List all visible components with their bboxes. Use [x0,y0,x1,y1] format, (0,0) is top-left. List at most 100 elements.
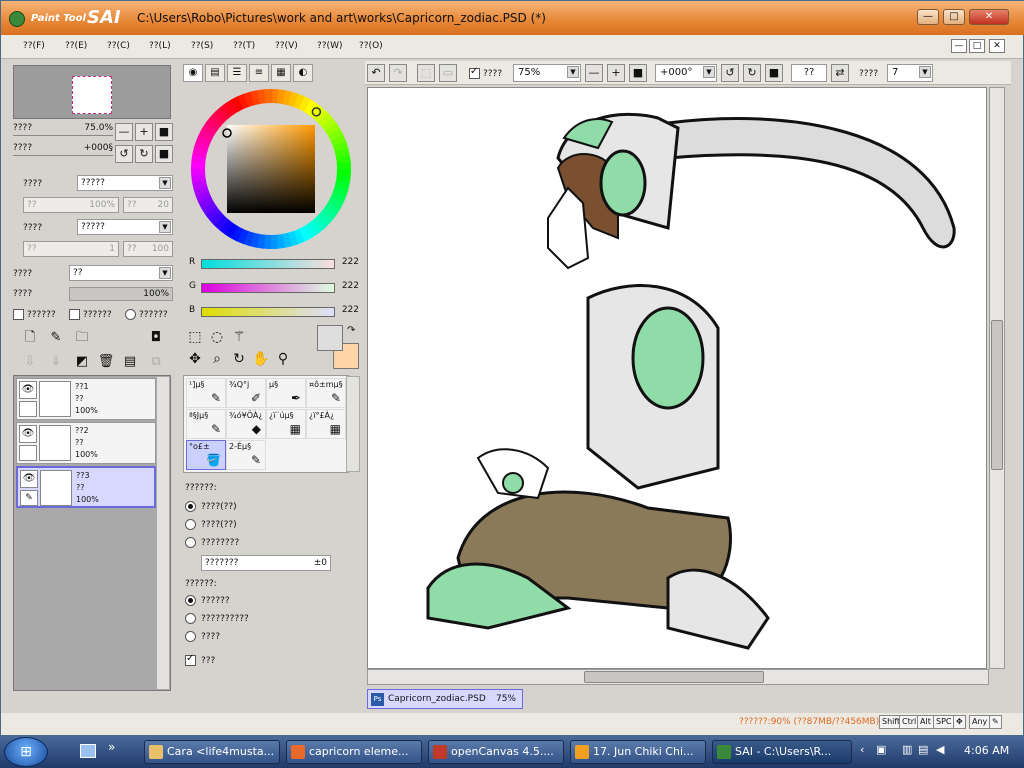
navigator-preview[interactable] [13,65,171,119]
taskbar-item[interactable]: capricorn eleme... [286,740,422,764]
new-folder-icon[interactable]: 🗀 [73,329,91,347]
taskbar-item[interactable]: Cara <life4musta... [144,740,280,764]
option-radio-5[interactable] [185,613,196,624]
canvas-vertical-scrollbar[interactable] [989,87,1005,669]
lock-toggle[interactable] [19,445,37,461]
zoom-slider[interactable]: ???? 75.0% [13,123,113,137]
rotate-left-button[interactable]: ↺ [115,145,133,163]
lasso-icon[interactable]: ◌ [207,327,227,347]
redo-button[interactable]: ↷ [389,64,407,82]
mdi-minimize-button[interactable]: — [951,39,967,53]
zoom-in-button[interactable]: + [135,123,153,141]
move-icon[interactable]: ✥ [185,349,205,369]
menu-filter[interactable]: ??(T) [233,41,255,51]
brush-brush[interactable]: µ§ ✒ [266,378,306,408]
stabilizer-select[interactable]: 7 ▼ [887,64,933,82]
tray-expand-icon[interactable]: ‹ [860,743,864,756]
new-linework-layer-icon[interactable]: ✎ [47,329,65,347]
layer-scrollbar[interactable] [156,376,170,690]
menu-window[interactable]: ??(W) [317,41,342,51]
flip-field[interactable]: ?? [791,64,827,82]
zoom-select[interactable]: 75% ▼ [513,64,581,82]
checkbox-2[interactable] [69,309,80,320]
menu-view[interactable]: ??(V) [275,41,298,51]
option-radio-3[interactable] [185,537,196,548]
zoom-reset-button[interactable]: ■ [155,123,173,141]
blue-slider[interactable]: B 222 [189,305,359,321]
zoom-out-button[interactable]: — [115,123,133,141]
layer-item-selected[interactable]: 👁 ✎ ??3 ?? 100% [16,466,156,508]
clear-layer-icon[interactable]: ◩ [73,353,91,371]
menu-options[interactable]: ??(O) [359,41,383,51]
transfer-down-icon[interactable]: ⇩ [21,353,39,371]
paper-field-2[interactable]: ?? 20 [123,197,173,213]
zoom-icon[interactable]: ⌕ [207,349,227,369]
clock[interactable]: 4:06 AM [964,744,1009,757]
brush-airbrush[interactable]: ¾Q°j ✐ [226,378,266,408]
texture-field-1[interactable]: ?? 1 [23,241,119,257]
eye-icon[interactable]: 👁 [20,470,38,488]
brush-select-pen[interactable]: ¿ï¨úµ§ ▦ [266,409,306,439]
layer-item[interactable]: 👁 ??1 ?? 100% [16,378,156,420]
eyedropper-icon[interactable]: ⚲ [273,349,293,369]
menu-layer[interactable]: ??(L) [149,41,171,51]
close-button[interactable]: ✕ [969,9,1009,25]
texture-select[interactable]: ????? ▼ [77,219,173,235]
green-gradient[interactable] [201,283,335,293]
quicklaunch-chevron[interactable]: » [108,740,115,754]
primary-color-swatch[interactable] [317,325,343,351]
checkbox-1[interactable] [13,309,24,320]
volume-icon[interactable]: ◀ [936,743,944,756]
rect-select-icon[interactable]: ⬚ [185,327,205,347]
start-button[interactable]: ⊞ [4,737,48,767]
brush-select-eraser[interactable]: ¿ï°£À¿ ▦ [306,409,346,439]
swap-colors-icon[interactable]: ↷ [347,325,355,336]
color-wheel[interactable] [189,87,353,251]
hsv-slider-tab[interactable]: ☰ [227,64,247,82]
network-icon[interactable]: ▣ [876,743,886,756]
brush-lock-icon[interactable]: ✎ [20,490,38,506]
menu-selection[interactable]: ??(S) [191,41,213,51]
mdi-maximize-button[interactable]: □ [969,39,985,53]
red-slider[interactable]: R 222 [189,257,359,273]
zoom-minus-button[interactable]: — [585,64,603,82]
menu-edit[interactable]: ??(E) [65,41,87,51]
angle-select[interactable]: +000° ▼ [655,64,717,82]
selection-show-checkbox[interactable] [469,66,480,79]
eye-icon[interactable]: 👁 [19,425,37,443]
angle-slider[interactable]: ???? +000§ [13,143,113,157]
scratchpad-tab[interactable]: ◐ [293,64,313,82]
option-radio-1[interactable] [185,501,196,512]
rotate-ccw-button[interactable]: ↺ [721,64,739,82]
taskbar-item[interactable]: 17. Jun Chiki Chi... [570,740,706,764]
zoom-fit-button[interactable]: ■ [629,64,647,82]
paper-mode-select[interactable]: ????? ▼ [77,175,173,191]
brush-scrollbar[interactable] [346,376,360,472]
palette-tab[interactable]: ▦ [271,64,291,82]
layer-props-icon[interactable]: ▤ [121,353,139,371]
hue-segment[interactable] [264,89,273,104]
hand-icon[interactable]: ✋ [251,349,271,369]
device-icon[interactable]: ▥ [902,743,912,756]
zoom-plus-button[interactable]: + [607,64,625,82]
rgb-slider-tab[interactable]: ▤ [205,64,225,82]
rotate-cw-button[interactable]: ↻ [743,64,761,82]
show-desktop-icon[interactable] [80,744,96,758]
brush-binary-pen[interactable]: 2-Éµ§ ✎ [226,440,266,470]
green-slider[interactable]: G 222 [189,281,359,297]
mdi-close-button[interactable]: ✕ [989,39,1005,53]
undo-button[interactable]: ↶ [367,64,385,82]
option-radio-4[interactable] [185,595,196,606]
title-bar[interactable]: Paint Tool SAI C:\Users\Robo\Pictures\wo… [1,1,1024,35]
canvas-vscroll-thumb[interactable] [991,320,1003,470]
maximize-button[interactable]: □ [943,9,965,25]
monitor-icon[interactable]: ▤ [918,743,928,756]
menu-canvas[interactable]: ??(C) [107,41,130,51]
menu-file[interactable]: ??(F) [23,41,45,51]
blend-mode-select[interactable]: ?? ▼ [69,265,173,281]
texture-field-2[interactable]: ?? 100 [123,241,173,257]
swatches-tab[interactable]: ≡ [249,64,269,82]
minimize-button[interactable]: — [917,9,939,25]
layer-item[interactable]: 👁 ??2 ?? 100% [16,422,156,464]
drawing-canvas[interactable] [367,87,987,669]
